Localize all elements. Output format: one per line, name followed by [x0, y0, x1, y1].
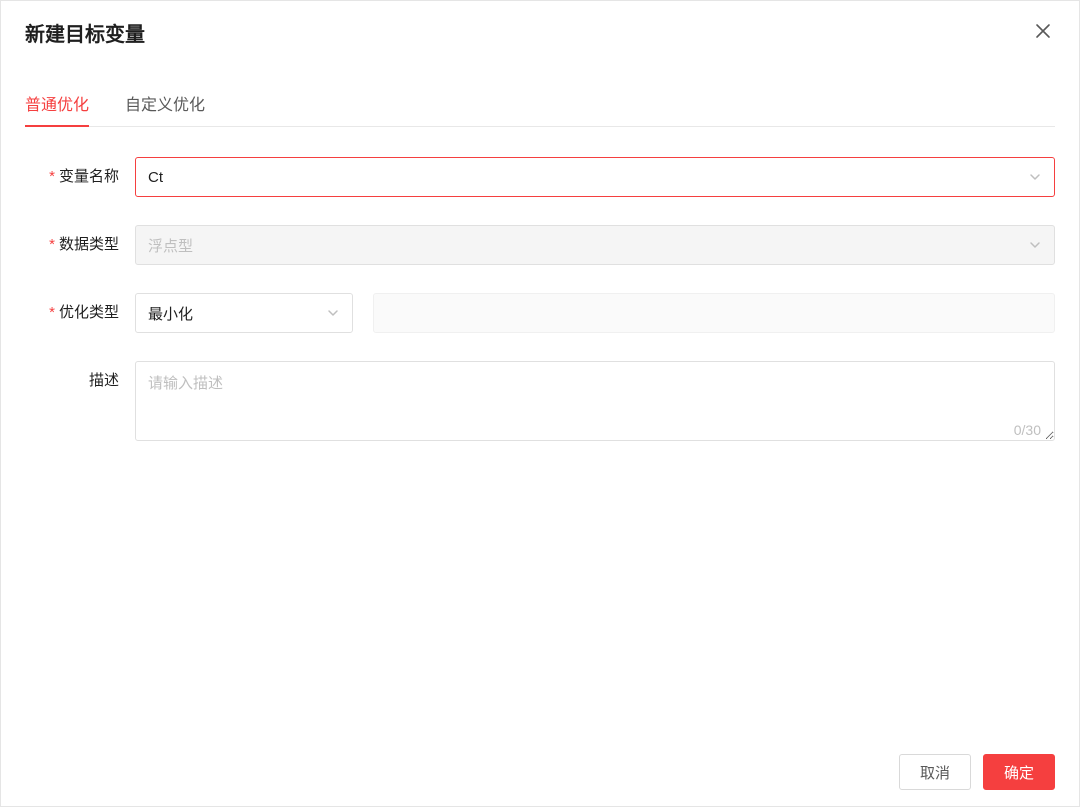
tab-normal-optimization[interactable]: 普通优化	[25, 81, 89, 127]
create-target-variable-modal: 新建目标变量 普通优化 自定义优化 *变量名称 Ct *数据类型	[0, 0, 1080, 807]
row-optimization-type: *优化类型 最小化	[25, 293, 1055, 333]
optimization-type-value: 最小化	[148, 303, 193, 324]
cancel-button[interactable]: 取消	[899, 754, 971, 790]
description-textarea[interactable]	[135, 361, 1055, 441]
variable-name-value: Ct	[148, 169, 163, 186]
tabs: 普通优化 自定义优化	[25, 81, 1055, 127]
optimization-value-input[interactable]	[373, 293, 1055, 333]
modal-title: 新建目标变量	[25, 18, 145, 47]
label-optimization-type: *优化类型	[25, 293, 135, 333]
row-variable-name: *变量名称 Ct	[25, 157, 1055, 197]
chevron-down-icon	[1028, 238, 1042, 252]
optimization-type-select[interactable]: 最小化	[135, 293, 353, 333]
modal-body: 普通优化 自定义优化 *变量名称 Ct *数据类型 浮点型	[1, 63, 1079, 737]
label-data-type: *数据类型	[25, 225, 135, 265]
row-description: 描述 0/30	[25, 361, 1055, 446]
confirm-button[interactable]: 确定	[983, 754, 1055, 790]
data-type-value: 浮点型	[148, 235, 193, 256]
modal-header: 新建目标变量	[1, 1, 1079, 63]
label-description: 描述	[25, 361, 135, 401]
chevron-down-icon	[326, 306, 340, 320]
variable-name-select[interactable]: Ct	[135, 157, 1055, 197]
modal-footer: 取消 确定	[1, 737, 1079, 806]
label-variable-name: *变量名称	[25, 157, 135, 197]
row-data-type: *数据类型 浮点型	[25, 225, 1055, 265]
close-icon[interactable]	[1031, 17, 1055, 47]
chevron-down-icon	[1028, 170, 1042, 184]
tab-custom-optimization[interactable]: 自定义优化	[125, 81, 205, 127]
data-type-select: 浮点型	[135, 225, 1055, 265]
